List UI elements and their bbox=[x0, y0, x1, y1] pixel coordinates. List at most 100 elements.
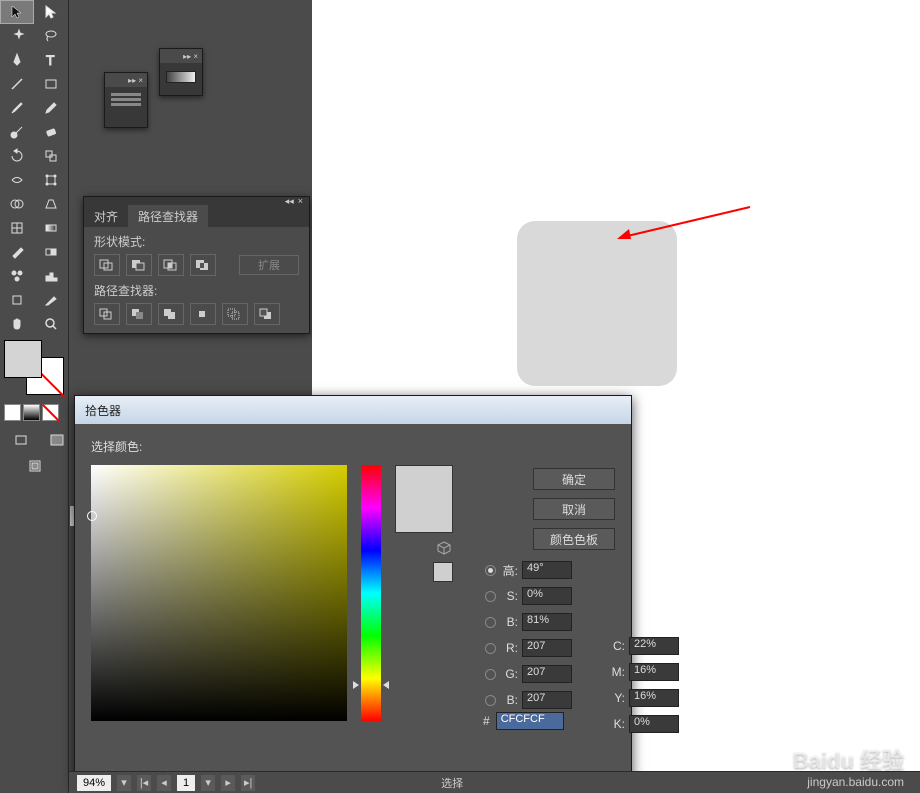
shape-intersect[interactable] bbox=[158, 254, 184, 276]
hex-prefix: # bbox=[483, 714, 490, 728]
tool-zoom[interactable] bbox=[34, 312, 68, 336]
cancel-button[interactable]: 取消 bbox=[533, 498, 615, 520]
collapse-icon[interactable]: ◂◂ bbox=[285, 196, 294, 207]
saturation-field[interactable] bbox=[91, 465, 347, 721]
tool-perspective[interactable] bbox=[34, 192, 68, 216]
mini-panel-2[interactable]: ▸▸ × bbox=[159, 48, 203, 96]
select-color-label: 选择颜色: bbox=[91, 438, 615, 455]
pf-divide[interactable] bbox=[94, 303, 120, 325]
tool-free-transform[interactable] bbox=[34, 168, 68, 192]
tool-shape-builder[interactable] bbox=[0, 192, 34, 216]
m-field[interactable]: 16% bbox=[629, 663, 679, 681]
tool-pencil[interactable] bbox=[34, 96, 68, 120]
page-field[interactable]: 1 bbox=[177, 775, 195, 791]
status-bar: 94% ▾ |◂ ◂ 1 ▾ ▸ ▸| 选择 bbox=[69, 771, 920, 793]
swatch-white[interactable] bbox=[4, 404, 21, 421]
zoom-field[interactable]: 94% bbox=[77, 775, 111, 791]
page-last[interactable]: ▸| bbox=[241, 775, 255, 791]
radio-b[interactable] bbox=[485, 617, 496, 628]
arrow-annotation bbox=[615, 205, 755, 240]
tool-blob[interactable] bbox=[0, 120, 34, 144]
pathfinder-label: 路径查找器: bbox=[94, 282, 299, 299]
tool-pen[interactable] bbox=[0, 48, 34, 72]
pf-outline[interactable] bbox=[222, 303, 248, 325]
tool-gradient[interactable] bbox=[34, 216, 68, 240]
rounded-rectangle-shape[interactable] bbox=[517, 221, 677, 386]
ok-button[interactable]: 确定 bbox=[533, 468, 615, 490]
close-icon[interactable]: × bbox=[298, 196, 303, 206]
tool-symbol[interactable] bbox=[0, 264, 34, 288]
screen-mode-toggle[interactable] bbox=[18, 454, 52, 478]
tool-type[interactable]: T bbox=[34, 48, 68, 72]
tool-lasso[interactable] bbox=[34, 24, 68, 48]
pf-merge[interactable] bbox=[158, 303, 184, 325]
tool-selection[interactable] bbox=[0, 0, 34, 24]
shape-mode-label: 形状模式: bbox=[94, 233, 299, 250]
tool-graph[interactable] bbox=[34, 264, 68, 288]
tool-width[interactable] bbox=[0, 168, 34, 192]
tool-magic-wand[interactable] bbox=[0, 24, 34, 48]
radio-h[interactable] bbox=[485, 565, 496, 576]
radio-r[interactable] bbox=[485, 643, 496, 654]
dialog-title: 拾色器 bbox=[75, 396, 631, 424]
tool-slice[interactable] bbox=[34, 288, 68, 312]
swatch-row bbox=[4, 404, 59, 421]
tab-pathfinder[interactable]: 路径查找器 bbox=[128, 205, 208, 227]
shape-minus[interactable] bbox=[126, 254, 152, 276]
pf-trim[interactable] bbox=[126, 303, 152, 325]
radio-s[interactable] bbox=[485, 591, 496, 602]
fill-color[interactable] bbox=[4, 340, 42, 378]
hue-slider[interactable] bbox=[361, 465, 381, 721]
h-field[interactable]: 49° bbox=[522, 561, 572, 579]
b2-field[interactable]: 207 bbox=[522, 691, 572, 709]
mini-panel-1[interactable]: ▸▸ × bbox=[104, 72, 148, 128]
k-field[interactable]: 0% bbox=[629, 715, 679, 733]
s-field[interactable]: 0% bbox=[522, 587, 572, 605]
b-field[interactable]: 81% bbox=[522, 613, 572, 631]
hue-indicator bbox=[353, 681, 389, 689]
page-dropdown[interactable]: ▾ bbox=[201, 775, 215, 791]
pf-minus-back[interactable] bbox=[254, 303, 280, 325]
g-field[interactable]: 207 bbox=[522, 665, 572, 683]
swatches-button[interactable]: 颜色色板 bbox=[533, 528, 615, 550]
color-picker-dialog: 拾色器 选择颜色: 确定 取消 颜色色板 高:49° S:0% B:81% R:… bbox=[74, 395, 632, 788]
shape-exclude[interactable] bbox=[190, 254, 216, 276]
tool-blend[interactable] bbox=[34, 240, 68, 264]
tool-line[interactable] bbox=[0, 72, 34, 96]
tool-direct-select[interactable] bbox=[34, 0, 68, 24]
radio-g[interactable] bbox=[485, 669, 496, 680]
tool-eraser[interactable] bbox=[34, 120, 68, 144]
expand-button[interactable]: 扩展 bbox=[239, 255, 299, 275]
r-field[interactable]: 207 bbox=[522, 639, 572, 657]
saturation-cursor bbox=[87, 511, 97, 521]
color-preview bbox=[395, 465, 453, 533]
swatch-gradient[interactable] bbox=[23, 404, 40, 421]
tool-scale[interactable] bbox=[34, 144, 68, 168]
small-swatch[interactable] bbox=[433, 562, 453, 582]
svg-text:T: T bbox=[46, 52, 55, 68]
shape-unite[interactable] bbox=[94, 254, 120, 276]
y-field[interactable]: 16% bbox=[629, 689, 679, 707]
tool-eyedropper[interactable] bbox=[0, 240, 34, 264]
tool-palette: T bbox=[0, 0, 69, 793]
hex-field[interactable]: CFCFCF bbox=[496, 712, 564, 730]
tool-paintbrush[interactable] bbox=[0, 96, 34, 120]
zoom-dropdown[interactable]: ▾ bbox=[117, 775, 131, 791]
tool-artboard[interactable] bbox=[0, 288, 34, 312]
swatch-none[interactable] bbox=[42, 404, 59, 421]
tool-mesh[interactable] bbox=[0, 216, 34, 240]
radio-b2[interactable] bbox=[485, 695, 496, 706]
select-label: 选择 bbox=[441, 775, 463, 791]
tool-rectangle[interactable] bbox=[34, 72, 68, 96]
tab-align[interactable]: 对齐 bbox=[84, 205, 128, 227]
page-prev[interactable]: ◂ bbox=[157, 775, 171, 791]
page-next[interactable]: ▸ bbox=[221, 775, 235, 791]
tool-rotate[interactable] bbox=[0, 144, 34, 168]
cube-icon[interactable] bbox=[437, 541, 451, 555]
page-first[interactable]: |◂ bbox=[137, 775, 151, 791]
c-field[interactable]: 22% bbox=[629, 637, 679, 655]
color-selectors bbox=[4, 340, 64, 395]
tool-hand[interactable] bbox=[0, 312, 34, 336]
pf-crop[interactable] bbox=[190, 303, 216, 325]
screen-mode-1[interactable] bbox=[4, 428, 38, 452]
